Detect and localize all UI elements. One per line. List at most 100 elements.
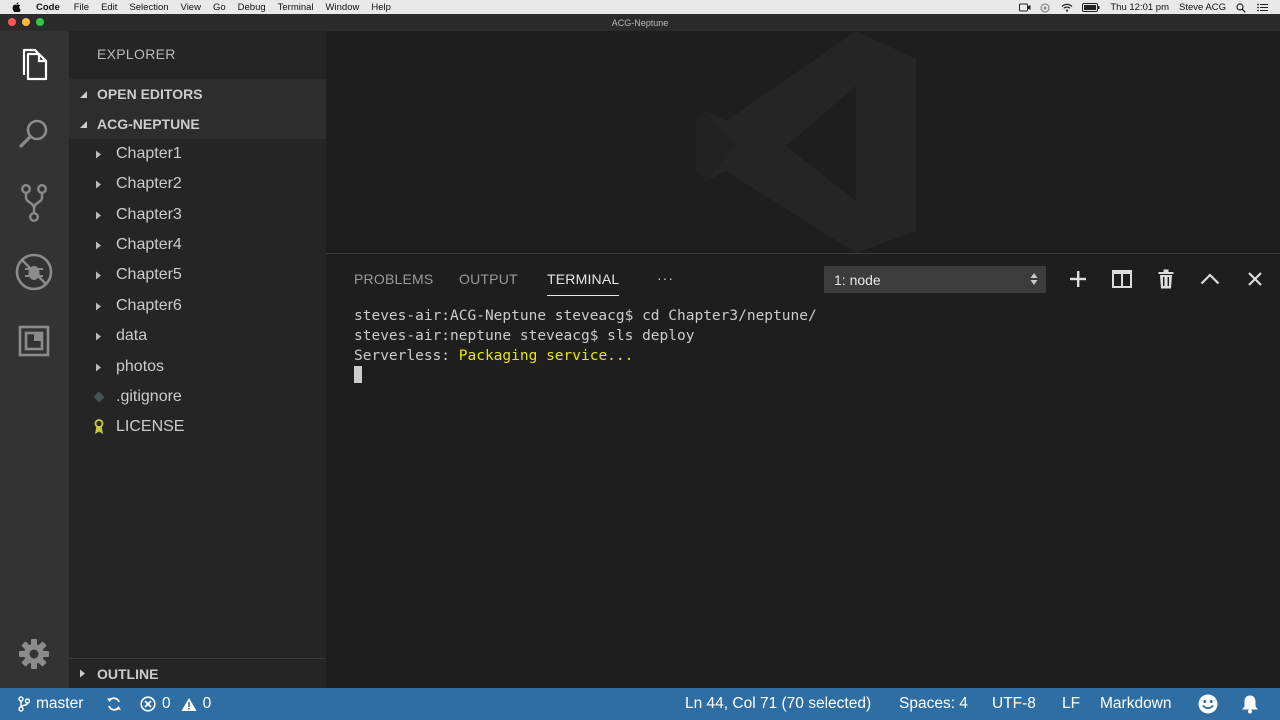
minimize-window-button[interactable] (22, 18, 30, 26)
tree-file-gitignore[interactable]: .gitignore (69, 382, 326, 412)
user-name[interactable]: Steve ACG (1179, 2, 1226, 13)
tree-file-license[interactable]: LICENSE (69, 412, 326, 442)
tree-folder-chapter4[interactable]: Chapter4 (69, 230, 326, 260)
settings-gear-icon[interactable] (14, 634, 54, 674)
camera-icon[interactable] (1019, 3, 1031, 12)
terminal-output[interactable]: steves-air:ACG-Neptune steveacg$ cd Chap… (354, 306, 817, 386)
explorer-sidebar: EXPLORER OPEN EDITORS ACG-NEPTUNE Chapte… (69, 31, 326, 688)
tab-problems[interactable]: PROBLEMS (354, 271, 433, 287)
open-editors-header[interactable]: OPEN EDITORS (69, 79, 326, 109)
encoding-setting[interactable]: UTF-8 (992, 688, 1036, 720)
window-titlebar: ACG-Neptune (0, 14, 1280, 31)
clock[interactable]: Thu 12:01 pm (1110, 2, 1169, 13)
terminal-cursor (354, 366, 362, 383)
file-label: .gitignore (116, 388, 182, 405)
license-file-icon (91, 419, 107, 435)
explorer-icon[interactable] (14, 45, 54, 85)
wifi-icon[interactable] (1061, 3, 1073, 12)
trash-icon (1158, 269, 1174, 289)
bottom-panel: PROBLEMS OUTPUT TERMINAL ··· 1: node ste… (326, 253, 1280, 688)
tree-folder-chapter2[interactable]: Chapter2 (69, 169, 326, 199)
open-editors-label: OPEN EDITORS (97, 86, 203, 102)
collapsed-triangle-icon (95, 241, 105, 250)
language-mode[interactable]: Markdown (1100, 688, 1172, 720)
terminal-line: steves-air:neptune steveacg$ sls deploy (354, 328, 695, 344)
activity-bar (0, 31, 69, 688)
expanded-triangle-icon (79, 120, 97, 129)
menu-view[interactable]: View (181, 2, 201, 13)
battery-icon[interactable] (1082, 2, 1100, 12)
status-bar: master 0 0 Ln 44, Col 71 (70 selected) S… (0, 688, 1280, 720)
notification-center-icon[interactable] (1257, 3, 1268, 12)
tree-folder-chapter1[interactable]: Chapter1 (69, 139, 326, 169)
folder-label: Chapter4 (116, 236, 182, 253)
debug-icon[interactable] (14, 252, 54, 292)
app-menu: Code File Edit Selection View Go Debug T… (36, 2, 403, 13)
maximize-panel-button[interactable] (1199, 268, 1221, 290)
tree-folder-chapter3[interactable]: Chapter3 (69, 200, 326, 230)
tree-folder-chapter5[interactable]: Chapter5 (69, 260, 326, 290)
chevron-up-icon (1200, 273, 1220, 285)
close-panel-button[interactable] (1244, 268, 1266, 290)
menu-selection[interactable]: Selection (129, 2, 168, 13)
close-icon (1248, 272, 1262, 286)
git-branch-item[interactable]: master (18, 688, 83, 720)
feedback-button[interactable] (1198, 688, 1218, 720)
folder-label: photos (116, 358, 165, 375)
problems-indicator[interactable]: 0 0 (140, 688, 211, 720)
indentation-setting[interactable]: Spaces: 4 (899, 688, 968, 720)
notifications-button[interactable] (1241, 688, 1259, 720)
tree-folder-chapter6[interactable]: Chapter6 (69, 291, 326, 321)
sync-button[interactable] (106, 688, 122, 720)
window-controls (8, 18, 50, 26)
menu-terminal[interactable]: Terminal (278, 2, 314, 13)
sync-status-icon[interactable] (1040, 2, 1051, 13)
menu-app-name[interactable]: Code (36, 2, 60, 13)
menu-go[interactable]: Go (213, 2, 226, 13)
collapsed-triangle-icon (79, 669, 97, 678)
outline-header[interactable]: OUTLINE (69, 658, 326, 688)
menu-debug[interactable]: Debug (238, 2, 266, 13)
collapsed-triangle-icon (95, 180, 105, 189)
spotlight-search-icon[interactable] (1236, 2, 1247, 13)
editor-area[interactable] (326, 31, 1280, 253)
warning-count: 0 (202, 695, 212, 712)
tree-folder-photos[interactable]: photos (69, 352, 326, 382)
zoom-window-button[interactable] (36, 18, 44, 26)
tab-output[interactable]: OUTPUT (459, 271, 518, 287)
macos-menubar: Code File Edit Selection View Go Debug T… (0, 0, 1280, 14)
extensions-icon[interactable] (14, 321, 54, 361)
menu-file[interactable]: File (74, 2, 89, 13)
select-arrows-icon (1030, 272, 1038, 289)
cursor-position[interactable]: Ln 44, Col 71 (70 selected) (685, 688, 871, 720)
folder-label: Chapter3 (116, 206, 182, 223)
menu-window[interactable]: Window (326, 2, 360, 13)
apple-icon[interactable] (12, 2, 24, 12)
bell-icon (1242, 695, 1258, 714)
kill-terminal-button[interactable] (1155, 268, 1177, 290)
eol-setting[interactable]: LF (1062, 688, 1080, 720)
window-title: ACG-Neptune (611, 17, 669, 28)
search-icon[interactable] (14, 114, 54, 154)
menu-edit[interactable]: Edit (101, 2, 117, 13)
terminal-status-message: Packaging service... (458, 348, 634, 364)
tree-folder-data[interactable]: data (69, 321, 326, 351)
project-header[interactable]: ACG-NEPTUNE (69, 109, 326, 139)
folder-label: Chapter5 (116, 266, 182, 283)
collapsed-triangle-icon (95, 211, 105, 220)
folder-label: data (116, 327, 148, 344)
menu-help[interactable]: Help (371, 2, 391, 13)
smiley-icon (1198, 694, 1218, 714)
source-control-icon[interactable] (14, 183, 54, 223)
plus-icon (1070, 271, 1086, 287)
tab-terminal[interactable]: TERMINAL (547, 271, 620, 296)
more-actions-button[interactable]: ··· (657, 270, 674, 286)
close-window-button[interactable] (8, 18, 16, 26)
terminal-prefix: Serverless: (354, 348, 459, 364)
terminal-select[interactable]: 1: node (824, 266, 1046, 293)
new-terminal-button[interactable] (1067, 268, 1089, 290)
split-terminal-button[interactable] (1111, 268, 1133, 290)
folder-label: Chapter2 (116, 175, 182, 192)
vscode-window: Code File Edit Selection View Go Debug T… (0, 0, 1280, 720)
split-icon (1112, 270, 1132, 288)
